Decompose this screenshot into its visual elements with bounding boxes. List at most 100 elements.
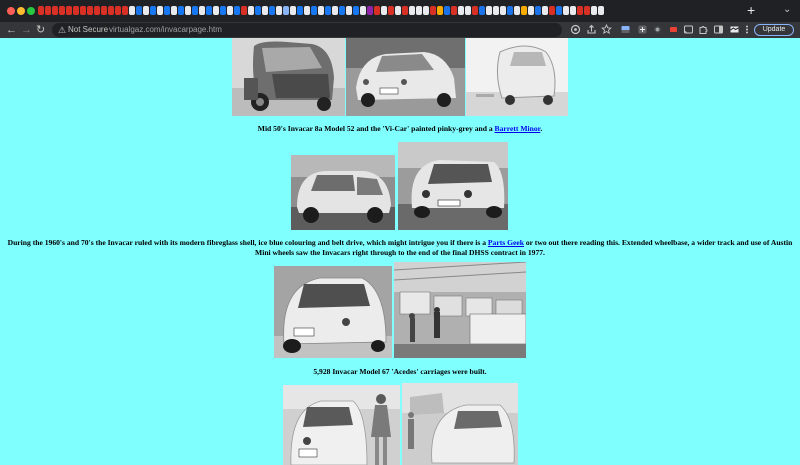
tab-favicon[interactable] [157, 6, 163, 15]
tab-favicon[interactable] [528, 6, 534, 15]
tab-favicon[interactable] [262, 6, 268, 15]
tab-favicon[interactable] [549, 6, 555, 15]
tab-favicon[interactable] [437, 6, 443, 15]
tab-favicon[interactable] [178, 6, 184, 15]
tab-favicon[interactable] [290, 6, 296, 15]
tab-favicon[interactable] [318, 6, 324, 15]
tab-favicon[interactable] [521, 6, 527, 15]
extension-icon[interactable] [652, 24, 663, 35]
zoom-window-icon[interactable] [27, 7, 35, 15]
extension-icon[interactable] [620, 24, 631, 35]
tab-favicon[interactable] [45, 6, 51, 15]
tab-favicon[interactable] [185, 6, 191, 15]
url-text[interactable]: virtualgaz.com/invacarpage.htm [109, 23, 222, 37]
tab-favicon[interactable] [360, 6, 366, 15]
tab-favicon[interactable] [416, 6, 422, 15]
tab-search-icon[interactable]: ⌄ [783, 4, 791, 15]
tab-favicon[interactable] [276, 6, 282, 15]
tab-favicon[interactable] [535, 6, 541, 15]
tab-favicon[interactable] [430, 6, 436, 15]
google-lens-icon[interactable] [570, 24, 581, 35]
profile-icon[interactable] [729, 24, 740, 35]
forward-icon[interactable]: → [21, 22, 32, 38]
tab-favicon[interactable] [409, 6, 415, 15]
tab-favicon[interactable] [129, 6, 135, 15]
tab-favicon[interactable] [402, 6, 408, 15]
tab-favicon[interactable] [339, 6, 345, 15]
tab-favicon[interactable] [220, 6, 226, 15]
menu-dots-icon[interactable] [741, 24, 752, 35]
reload-icon[interactable]: ↻ [36, 22, 45, 38]
tab-favicon[interactable] [353, 6, 359, 15]
tab-favicon[interactable] [150, 6, 156, 15]
tab-favicon[interactable] [584, 6, 590, 15]
extension-puzzle-icon[interactable] [698, 24, 709, 35]
close-window-icon[interactable] [7, 7, 15, 15]
tab-favicon[interactable] [241, 6, 247, 15]
tab-favicon[interactable] [101, 6, 107, 15]
bookmark-star-icon[interactable] [601, 23, 612, 35]
tab-favicon[interactable] [500, 6, 506, 15]
tab-favicon[interactable] [199, 6, 205, 15]
extension-icon[interactable] [637, 24, 648, 35]
tab-favicon[interactable] [563, 6, 569, 15]
tab-favicon[interactable] [479, 6, 485, 15]
tab-favicon[interactable] [465, 6, 471, 15]
tab-favicon[interactable] [206, 6, 212, 15]
tab-favicon[interactable] [297, 6, 303, 15]
barrett-minor-link[interactable]: Barrett Minor [495, 124, 541, 133]
minimize-window-icon[interactable] [17, 7, 25, 15]
tab-favicon[interactable] [227, 6, 233, 15]
tab-favicon[interactable] [332, 6, 338, 15]
tab-favicon[interactable] [304, 6, 310, 15]
tab-favicon[interactable] [388, 6, 394, 15]
sidebar-icon[interactable] [713, 24, 724, 35]
tab-favicon[interactable] [577, 6, 583, 15]
warning-icon[interactable]: ⚠ [58, 24, 66, 36]
tab-favicon[interactable] [171, 6, 177, 15]
tab-favicon[interactable] [80, 6, 86, 15]
tab-favicon[interactable] [136, 6, 142, 15]
tab-favicon[interactable] [164, 6, 170, 15]
tab-favicon[interactable] [115, 6, 121, 15]
tab-favicon[interactable] [255, 6, 261, 15]
update-button[interactable]: Update [754, 24, 794, 36]
tab-favicon[interactable] [514, 6, 520, 15]
tab-favicon[interactable] [367, 6, 373, 15]
tab-favicon[interactable] [346, 6, 352, 15]
tab-favicon[interactable] [311, 6, 317, 15]
address-bar[interactable]: ⚠ Not Secure virtualgaz.com/invacarpage.… [52, 23, 562, 37]
tab-favicon[interactable] [395, 6, 401, 15]
tab-favicon[interactable] [381, 6, 387, 15]
tab-favicon[interactable] [423, 6, 429, 15]
tab-favicon[interactable] [143, 6, 149, 15]
not-secure-label[interactable]: Not Secure [68, 23, 108, 37]
tab-favicon[interactable] [192, 6, 198, 15]
tab-favicon[interactable] [59, 6, 65, 15]
tab-favicon[interactable] [122, 6, 128, 15]
tab-favicon[interactable] [493, 6, 499, 15]
parts-geek-link[interactable]: Parts Geek [488, 238, 524, 247]
tab-favicon[interactable] [451, 6, 457, 15]
tab-favicon[interactable] [248, 6, 254, 15]
tab-favicon[interactable] [374, 6, 380, 15]
tab-favicon[interactable] [444, 6, 450, 15]
tab-favicon[interactable] [570, 6, 576, 15]
tab-favicon[interactable] [38, 6, 44, 15]
tab-favicon[interactable] [234, 6, 240, 15]
tab-favicon[interactable] [542, 6, 548, 15]
cast-icon[interactable] [683, 24, 694, 35]
back-icon[interactable]: ← [6, 22, 17, 38]
tab-favicon[interactable] [66, 6, 72, 15]
tab-favicon[interactable] [325, 6, 331, 15]
tab-favicon[interactable] [213, 6, 219, 15]
tab-favicon[interactable] [598, 6, 604, 15]
tab-favicon[interactable] [87, 6, 93, 15]
tab-favicon[interactable] [556, 6, 562, 15]
tab-favicon[interactable] [472, 6, 478, 15]
tab-favicon[interactable] [283, 6, 289, 15]
tab-favicon[interactable] [507, 6, 513, 15]
tab-favicon[interactable] [591, 6, 597, 15]
tab-favicon[interactable] [486, 6, 492, 15]
extension-icon[interactable] [668, 24, 679, 35]
